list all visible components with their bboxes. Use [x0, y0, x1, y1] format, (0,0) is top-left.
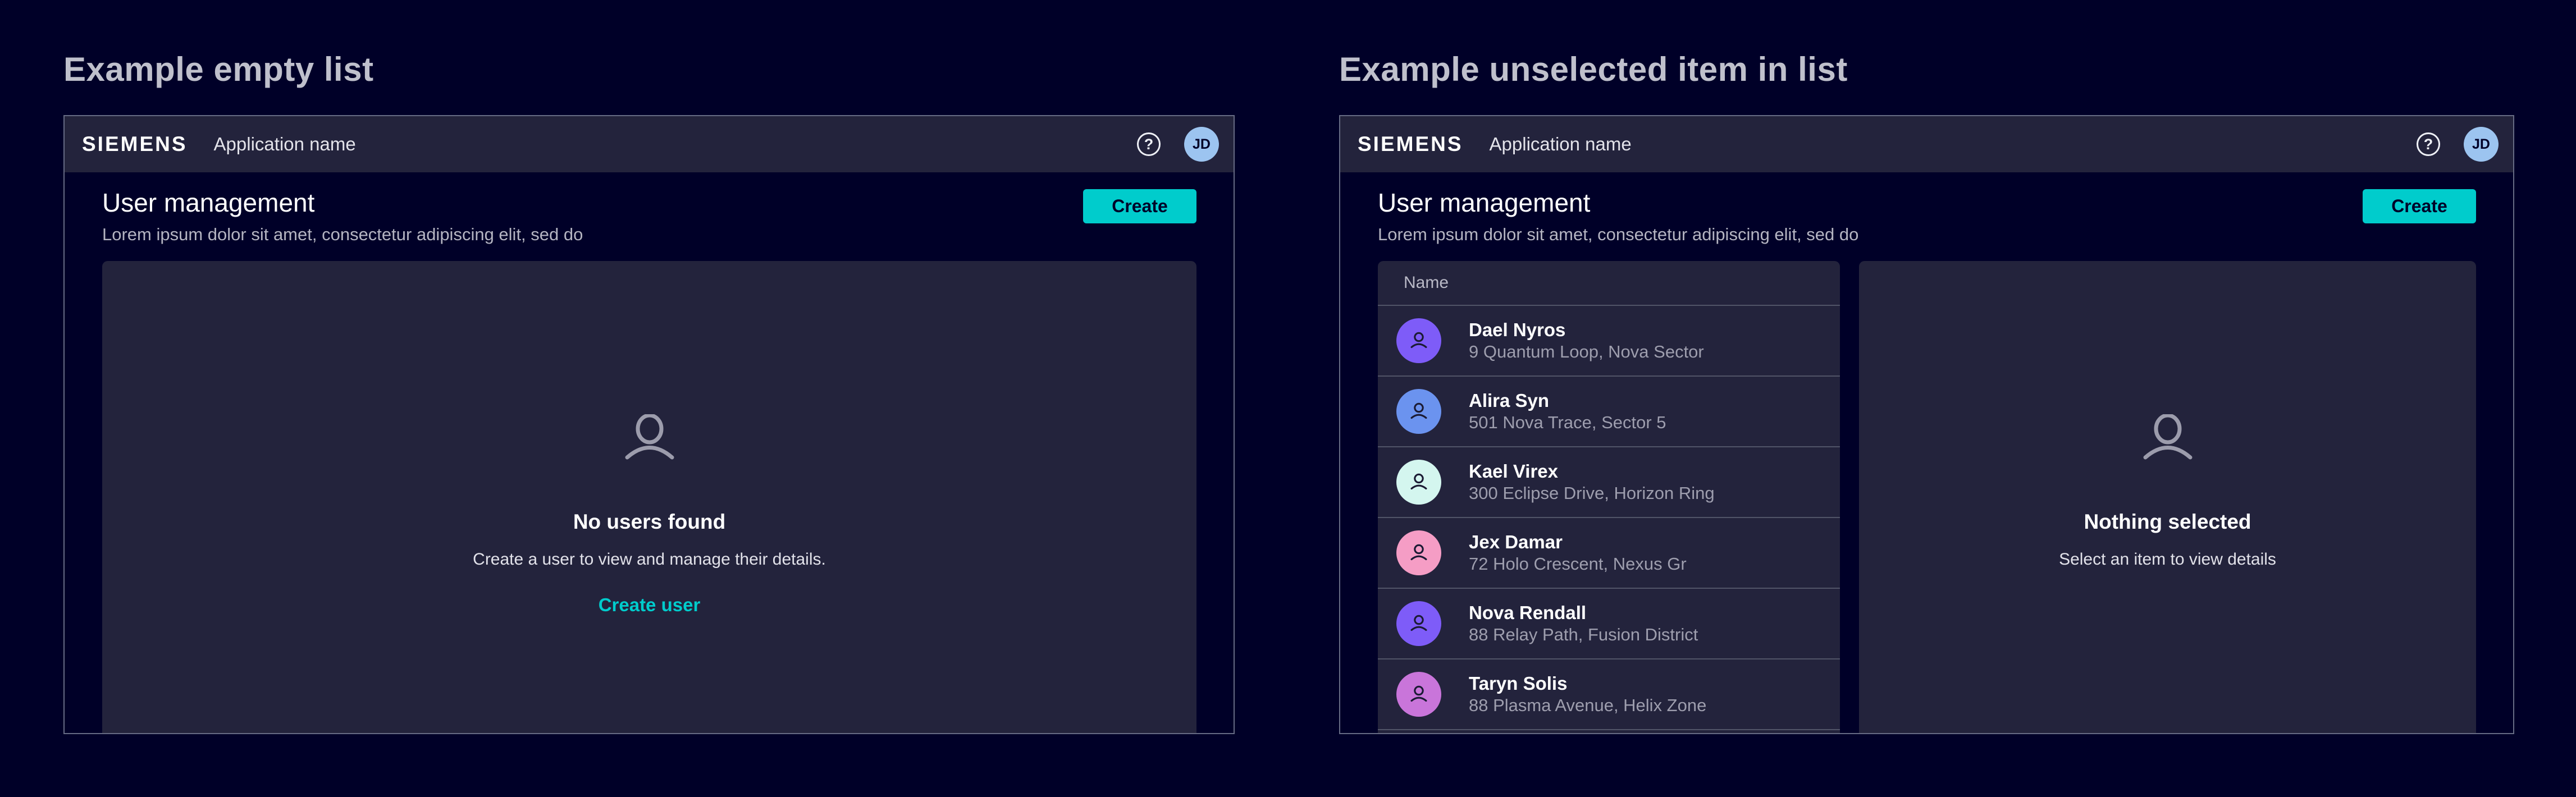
- list-item-user[interactable]: Dael Nyros 9 Quantum Loop, Nova Sector: [1378, 306, 1840, 377]
- app-card-list: SIEMENS Application name ? JD User manag…: [1339, 115, 2514, 734]
- main-area: Name Dael Nyros 9 Quantum Loop, Nova Sec…: [1378, 261, 2476, 733]
- user-address: 88 Relay Path, Fusion District: [1469, 625, 1698, 645]
- detail-panel: Nothing selected Select an item to view …: [1859, 261, 2476, 733]
- nothing-selected-body: Select an item to view details: [2059, 549, 2276, 570]
- person-icon: [1406, 681, 1432, 707]
- empty-state-heading: No users found: [573, 510, 725, 534]
- empty-list-panel: No users found Create a user to view and…: [102, 261, 1196, 733]
- user-address: 501 Nova Trace, Sector 5: [1469, 413, 1666, 433]
- user-address: 72 Holo Crescent, Nexus Gr: [1469, 554, 1687, 574]
- user-address: 88 Plasma Avenue, Helix Zone: [1469, 695, 1706, 716]
- user-avatar: [1396, 601, 1441, 646]
- user-avatar: [1396, 672, 1441, 717]
- create-user-link[interactable]: Create user: [599, 594, 701, 616]
- user-name: Nova Rendall: [1469, 602, 1698, 624]
- user-name: Taryn Solis: [1469, 673, 1706, 694]
- list-item-user[interactable]: Nova Rendall 88 Relay Path, Fusion Distr…: [1378, 589, 1840, 659]
- empty-state-body: Create a user to view and manage their d…: [473, 549, 826, 570]
- header-actions: ? JD: [2417, 127, 2499, 162]
- user-name: Alira Syn: [1469, 390, 1666, 411]
- canvas: Example empty list SIEMENS Application n…: [0, 0, 2576, 797]
- create-button[interactable]: Create: [2363, 189, 2476, 223]
- user-address: 300 Eclipse Drive, Horizon Ring: [1469, 483, 1715, 503]
- user-name: Dael Nyros: [1469, 319, 1704, 341]
- avatar[interactable]: JD: [1184, 127, 1219, 162]
- list-item-user[interactable]: Jex Damar 72 Holo Crescent, Nexus Gr: [1378, 518, 1840, 589]
- user-avatar: [1396, 389, 1441, 434]
- create-button[interactable]: Create: [1083, 189, 1196, 223]
- page-subtitle: Lorem ipsum dolor sit amet, consectetur …: [102, 226, 583, 243]
- user-avatar: [1396, 530, 1441, 575]
- user-avatar: [1396, 460, 1441, 505]
- app-header: SIEMENS Application name ? JD: [1340, 116, 2513, 172]
- header-actions: ? JD: [1137, 127, 1219, 162]
- person-icon: [1406, 469, 1432, 495]
- help-icon[interactable]: ?: [1137, 132, 1161, 156]
- user-address: 9 Quantum Loop, Nova Sector: [1469, 342, 1704, 362]
- siemens-logo: SIEMENS: [82, 132, 188, 156]
- list-item-user[interactable]: Alira Syn 501 Nova Trace, Sector 5: [1378, 377, 1840, 447]
- example-title: Example empty list: [63, 49, 1235, 90]
- person-icon: [1406, 611, 1432, 636]
- list-column-header: Name: [1378, 261, 1840, 306]
- user-icon: [2142, 414, 2194, 460]
- list-item-user[interactable]: Taryn Solis 88 Plasma Avenue, Helix Zone: [1378, 659, 1840, 730]
- list-item-user[interactable]: Kael Virex 300 Eclipse Drive, Horizon Ri…: [1378, 447, 1840, 518]
- avatar[interactable]: JD: [2464, 127, 2499, 162]
- person-icon: [1406, 398, 1432, 424]
- user-name: Jex Damar: [1469, 532, 1687, 553]
- user-avatar: [1396, 318, 1441, 363]
- page-header: User management Lorem ipsum dolor sit am…: [1378, 189, 2476, 243]
- example-title: Example unselected item in list: [1339, 49, 2514, 90]
- app-header: SIEMENS Application name ? JD: [65, 116, 1234, 172]
- help-icon[interactable]: ?: [2417, 132, 2440, 156]
- user-name: Kael Virex: [1469, 461, 1715, 482]
- main-area: No users found Create a user to view and…: [102, 261, 1196, 733]
- page-title: User management: [1378, 189, 1858, 216]
- page-title: User management: [102, 189, 583, 216]
- example-unselected-item: Example unselected item in list SIEMENS …: [1339, 49, 2514, 734]
- user-icon: [624, 414, 675, 460]
- nothing-selected-heading: Nothing selected: [2084, 510, 2251, 534]
- person-icon: [1406, 328, 1432, 354]
- application-name: Application name: [214, 134, 356, 155]
- page-subtitle: Lorem ipsum dolor sit amet, consectetur …: [1378, 226, 1858, 243]
- person-icon: [1406, 540, 1432, 566]
- siemens-logo: SIEMENS: [1358, 132, 1463, 156]
- page-header: User management Lorem ipsum dolor sit am…: [102, 189, 1196, 243]
- example-empty-list: Example empty list SIEMENS Application n…: [63, 49, 1235, 734]
- app-card-empty: SIEMENS Application name ? JD User manag…: [63, 115, 1235, 734]
- card-content: User management Lorem ipsum dolor sit am…: [1340, 172, 2513, 733]
- user-list-panel: Name Dael Nyros 9 Quantum Loop, Nova Sec…: [1378, 261, 1840, 733]
- application-name: Application name: [1490, 134, 1632, 155]
- card-content: User management Lorem ipsum dolor sit am…: [65, 172, 1234, 733]
